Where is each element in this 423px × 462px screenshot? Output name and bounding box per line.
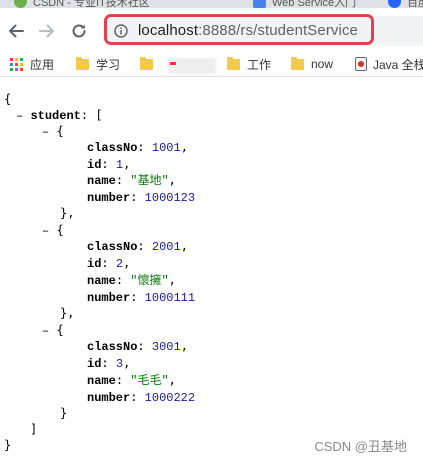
json-field-name: name: "懷擁",	[87, 273, 176, 288]
forward-button[interactable]	[34, 18, 60, 44]
json-value: 3001	[151, 340, 181, 354]
json-field-number: number: 1000123	[87, 190, 196, 205]
json-brace: {	[56, 223, 64, 237]
json-key: id	[87, 257, 102, 271]
back-button[interactable]	[3, 18, 29, 44]
json-key: id	[87, 158, 102, 172]
json-key: classNo	[87, 240, 138, 254]
csdn-watermark: CSDN @丑基地	[314, 439, 407, 454]
json-field-id: id: 1,	[87, 157, 131, 172]
bookmark-label: now	[311, 57, 334, 71]
tab-baidu[interactable]: 百度一下	[388, 0, 423, 8]
bookmark-folder-now[interactable]: now	[291, 56, 333, 72]
json-entry-open: – {	[42, 223, 64, 238]
json-key: id	[87, 357, 102, 371]
blurred-bookmark-mark	[170, 62, 176, 65]
reload-button[interactable]	[66, 18, 92, 44]
json-key: number	[87, 291, 131, 305]
reload-icon	[72, 24, 86, 38]
json-field-name: name: "基地",	[87, 173, 176, 188]
tab-csdn[interactable]: CSDN - 专业IT技术社区	[14, 0, 150, 8]
json-entry-open: – {	[42, 323, 64, 338]
json-value: 1001	[151, 141, 181, 155]
tab-label: 百度一下	[407, 0, 423, 8]
bookmark-label: 应用	[30, 57, 55, 72]
tab-label: Web Service入门	[272, 0, 357, 8]
json-array-close: ]	[30, 422, 38, 436]
collapse-toggle[interactable]: –	[42, 125, 49, 139]
tab-label: CSDN - 专业IT技术社区	[33, 0, 150, 8]
back-arrow-icon	[9, 24, 24, 38]
bookmark-folder-hidden[interactable]	[140, 56, 160, 72]
folder-icon	[227, 56, 240, 70]
json-entry-open: – {	[42, 124, 64, 139]
json-brace: {	[56, 124, 64, 138]
json-key: number	[87, 391, 131, 405]
tab-strip: CSDN - 专业IT技术社区 Web Service入门 百度一下	[0, 0, 423, 8]
json-value: 1	[115, 158, 124, 172]
json-value: 1000123	[144, 191, 196, 205]
bookmark-folder-work[interactable]: 工作	[227, 56, 271, 72]
json-entry-close: }	[60, 406, 68, 420]
json-brace: {	[56, 323, 64, 337]
json-field-classno: classNo: 3001,	[87, 339, 188, 354]
json-value: 2001	[151, 240, 181, 254]
json-key: name	[87, 274, 116, 288]
java-icon	[355, 57, 367, 71]
json-key: number	[87, 191, 131, 205]
tab-favicon-icon	[388, 0, 401, 8]
bookmark-label: Java 全栈	[373, 57, 423, 72]
json-field-name: name: "毛毛",	[87, 373, 176, 388]
json-key: name	[87, 374, 116, 388]
bookmark-label: 工作	[247, 57, 272, 72]
bookmark-folder-study[interactable]: 学习	[76, 56, 120, 72]
collapse-toggle[interactable]: –	[42, 324, 49, 338]
json-value: "懷擁"	[130, 274, 169, 288]
json-bracket: [	[95, 108, 103, 122]
json-close-brace: }	[4, 438, 12, 452]
url-path: :8888/rs/studentService	[198, 22, 358, 39]
json-value: 2	[115, 257, 124, 271]
bookmark-label: 学习	[96, 57, 121, 72]
json-open-brace: {	[4, 92, 12, 106]
address-url[interactable]: localhost:8888/rs/studentService	[138, 22, 358, 39]
json-field-number: number: 1000222	[87, 390, 196, 405]
blurred-bookmark	[168, 58, 216, 74]
json-field-id: id: 3,	[87, 356, 131, 371]
folder-icon	[291, 56, 304, 70]
json-entry-close: },	[60, 206, 75, 220]
json-field-id: id: 2,	[87, 256, 131, 271]
url-host: localhost	[138, 22, 199, 39]
folder-icon	[140, 56, 153, 70]
forward-arrow-icon	[39, 24, 54, 38]
json-key: classNo	[87, 340, 138, 354]
json-value: 1000111	[144, 291, 196, 305]
site-info-icon[interactable]	[114, 24, 128, 38]
json-field-number: number: 1000111	[87, 290, 196, 305]
tab-favicon-icon	[14, 0, 27, 8]
collapse-toggle[interactable]: –	[16, 109, 23, 123]
json-value: 3	[115, 357, 124, 371]
folder-icon	[76, 56, 89, 70]
json-value: 1000222	[144, 391, 196, 405]
json-array-line: – student: [	[16, 108, 103, 123]
collapse-toggle[interactable]: –	[42, 224, 49, 238]
json-value: "基地"	[130, 174, 169, 188]
json-key: name	[87, 174, 116, 188]
apps-icon	[10, 57, 23, 71]
json-field-classno: classNo: 2001,	[87, 239, 188, 254]
json-field-classno: classNo: 1001,	[87, 140, 188, 155]
json-value: "毛毛"	[130, 374, 169, 388]
tab-webservice[interactable]: Web Service入门	[253, 0, 356, 8]
tab-favicon-icon	[253, 0, 266, 8]
bookmark-java[interactable]: Java 全栈	[355, 56, 423, 72]
json-entry-close: },	[60, 306, 75, 320]
bookmark-apps[interactable]: 应用	[10, 56, 54, 72]
json-key: student	[30, 109, 81, 123]
json-key: classNo	[87, 141, 138, 155]
